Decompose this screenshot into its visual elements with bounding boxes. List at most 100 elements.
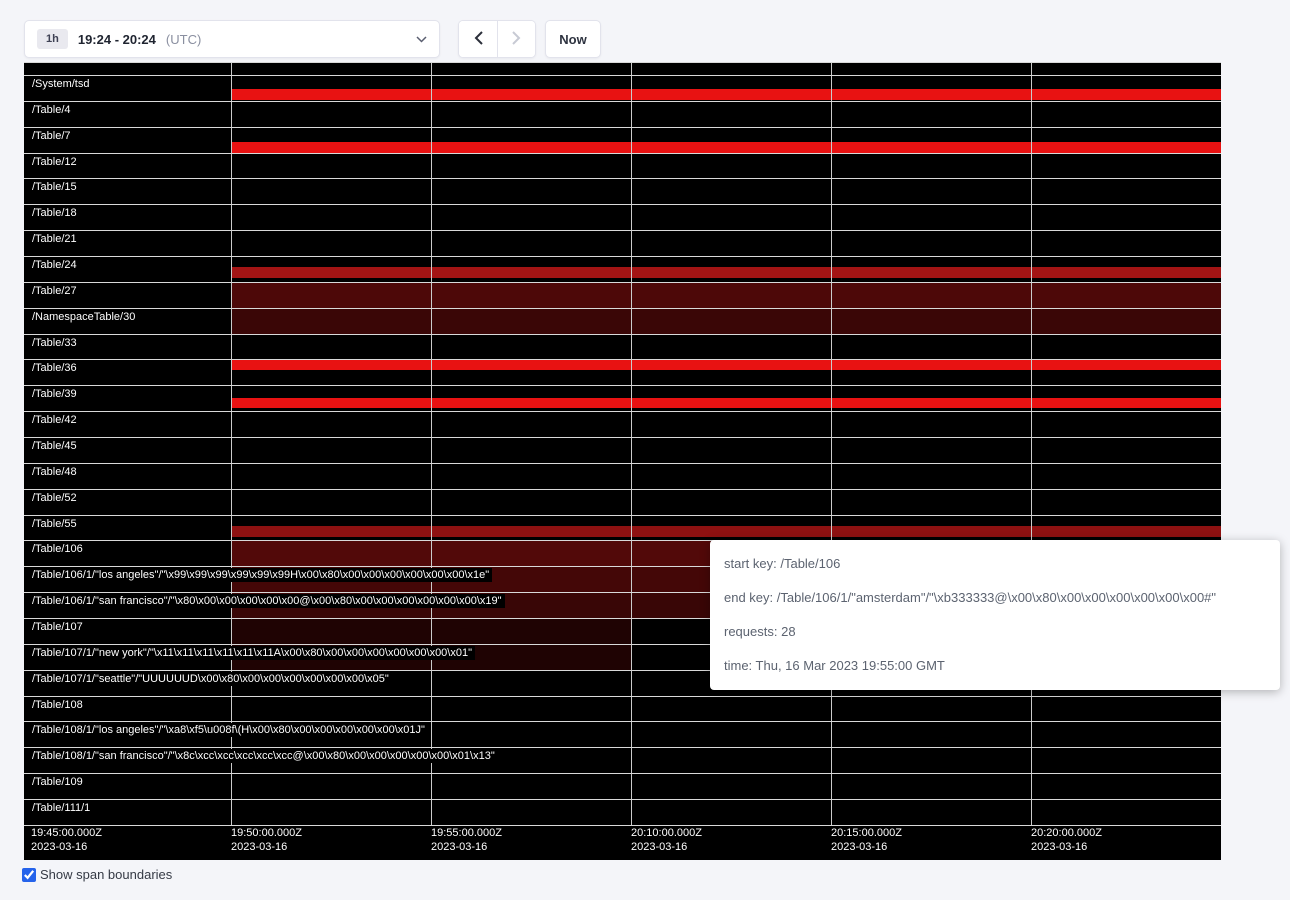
span-boundary-line <box>24 489 1221 490</box>
span-row-label: /Table/111/1 <box>32 801 93 815</box>
span-row-label: /NamespaceTable/30 <box>32 310 138 324</box>
span-boundary-line <box>24 204 1221 205</box>
show-span-boundaries-checkbox[interactable] <box>22 868 36 882</box>
span-row-label: /Table/4 <box>32 103 74 117</box>
span-row-label: /Table/45 <box>32 439 80 453</box>
span-row-label: /Table/48 <box>32 465 80 479</box>
span-boundary-line <box>24 75 1221 76</box>
span-boundary-line <box>24 773 1221 774</box>
time-gridline <box>831 62 832 825</box>
axis-tick-time: 20:15:00.000Z <box>831 826 902 840</box>
time-gridline <box>431 62 432 825</box>
span-row-label: /Table/18 <box>32 206 80 220</box>
axis-tick-date: 2023-03-16 <box>831 840 902 854</box>
axis-tick-time: 19:45:00.000Z <box>31 826 102 840</box>
heatmap-band[interactable] <box>231 308 1221 334</box>
heatmap-band[interactable] <box>231 360 1221 370</box>
heatmap-band[interactable] <box>231 398 1221 408</box>
time-nav-group <box>458 20 536 58</box>
time-range-label: 19:24 - 20:24 <box>78 32 156 47</box>
span-boundary-line <box>24 411 1221 412</box>
span-row-label: /Table/21 <box>32 232 80 246</box>
span-row-label: /Table/52 <box>32 491 80 505</box>
x-axis-tick: 19:55:00.000Z2023-03-16 <box>431 826 502 854</box>
span-row-label: /Table/15 <box>32 180 80 194</box>
span-boundary-line <box>24 515 1221 516</box>
chevron-left-icon <box>474 31 483 48</box>
span-boundary-line <box>24 62 1221 63</box>
time-gridline <box>631 62 632 825</box>
axis-tick-date: 2023-03-16 <box>31 840 102 854</box>
span-row-label: /Table/12 <box>32 155 80 169</box>
span-boundary-line <box>24 178 1221 179</box>
time-gridline <box>231 62 232 825</box>
span-row-label: /Table/106/1/"los angeles"/"\x99\x99\x99… <box>32 568 492 582</box>
heatmap-band[interactable] <box>231 267 1221 278</box>
span-row-label: /Table/106 <box>32 542 86 556</box>
axis-tick-date: 2023-03-16 <box>1031 840 1102 854</box>
show-span-boundaries-label: Show span boundaries <box>40 867 172 882</box>
time-range-select[interactable]: 1h 19:24 - 20:24 (UTC) <box>24 20 440 58</box>
span-boundary-line <box>24 256 1221 257</box>
tooltip-end-key: end key: /Table/106/1/"amsterdam"/"\xb33… <box>724 588 1266 608</box>
span-row-label: /Table/107/1/"seattle"/"UUUUUUD\x00\x80\… <box>32 672 392 686</box>
axis-tick-time: 19:55:00.000Z <box>431 826 502 840</box>
span-boundary-line <box>24 747 1221 748</box>
tooltip-time: time: Thu, 16 Mar 2023 19:55:00 GMT <box>724 656 1266 676</box>
span-row-label: /Table/55 <box>32 517 80 531</box>
span-row-label: /Table/108/1/"los angeles"/"\xa8\xf5\u00… <box>32 723 428 737</box>
axis-tick-date: 2023-03-16 <box>631 840 702 854</box>
x-axis-tick: 19:45:00.000Z2023-03-16 <box>31 826 102 854</box>
axis-tick-time: 20:10:00.000Z <box>631 826 702 840</box>
heatmap-band[interactable] <box>231 282 1221 308</box>
axis-tick-date: 2023-03-16 <box>431 840 502 854</box>
span-row-label: /Table/107/1/"new york"/"\x11\x11\x11\x1… <box>32 646 475 660</box>
x-axis-tick: 20:10:00.000Z2023-03-16 <box>631 826 702 854</box>
span-row-label: /Table/109 <box>32 775 86 789</box>
chevron-down-icon <box>416 36 427 43</box>
span-boundary-line <box>24 153 1221 154</box>
span-boundary-line <box>24 308 1221 309</box>
span-boundary-line <box>24 696 1221 697</box>
span-row-label: /Table/33 <box>32 336 80 350</box>
span-boundary-line <box>24 385 1221 386</box>
span-boundary-line <box>24 721 1221 722</box>
x-axis-tick: 20:20:00.000Z2023-03-16 <box>1031 826 1102 854</box>
span-row-label: /Table/42 <box>32 413 80 427</box>
timezone-label: (UTC) <box>166 32 201 47</box>
footer: Show span boundaries <box>22 867 172 882</box>
span-row-label: /Table/7 <box>32 129 74 143</box>
span-boundary-line <box>24 463 1221 464</box>
span-boundary-line <box>24 101 1221 102</box>
span-boundary-line <box>24 282 1221 283</box>
key-visualizer-heatmap[interactable]: /System/tsd/Table/4/Table/7/Table/12/Tab… <box>24 62 1221 860</box>
heatmap-band[interactable] <box>231 526 1221 537</box>
axis-tick-time: 19:50:00.000Z <box>231 826 302 840</box>
span-row-label: /Table/108 <box>32 698 86 712</box>
now-button[interactable]: Now <box>545 20 601 58</box>
axis-tick-date: 2023-03-16 <box>231 840 302 854</box>
span-row-label: /Table/107 <box>32 620 86 634</box>
span-row-label: /Table/36 <box>32 361 80 375</box>
span-boundary-line <box>24 359 1221 360</box>
span-boundary-line <box>24 334 1221 335</box>
chevron-right-icon <box>512 31 521 48</box>
span-tooltip: start key: /Table/106 end key: /Table/10… <box>710 540 1280 690</box>
span-row-label: /Table/27 <box>32 284 80 298</box>
span-boundary-line <box>24 437 1221 438</box>
span-row-label: /Table/24 <box>32 258 80 272</box>
heatmap-band[interactable] <box>231 142 1221 153</box>
x-axis-tick: 19:50:00.000Z2023-03-16 <box>231 826 302 854</box>
time-gridline <box>1031 62 1032 825</box>
span-boundary-line <box>24 230 1221 231</box>
tooltip-requests: requests: 28 <box>724 622 1266 642</box>
prev-time-button[interactable] <box>459 21 497 57</box>
span-row-label: /System/tsd <box>32 77 92 91</box>
span-row-label: /Table/108/1/"san francisco"/"\x8c\xcc\x… <box>32 749 498 763</box>
axis-tick-time: 20:20:00.000Z <box>1031 826 1102 840</box>
heatmap-band[interactable] <box>231 89 1221 100</box>
x-axis-tick: 20:15:00.000Z2023-03-16 <box>831 826 902 854</box>
span-row-label: /Table/106/1/"san francisco"/"\x80\x00\x… <box>32 594 505 608</box>
next-time-button[interactable] <box>497 21 535 57</box>
duration-badge: 1h <box>37 29 68 49</box>
